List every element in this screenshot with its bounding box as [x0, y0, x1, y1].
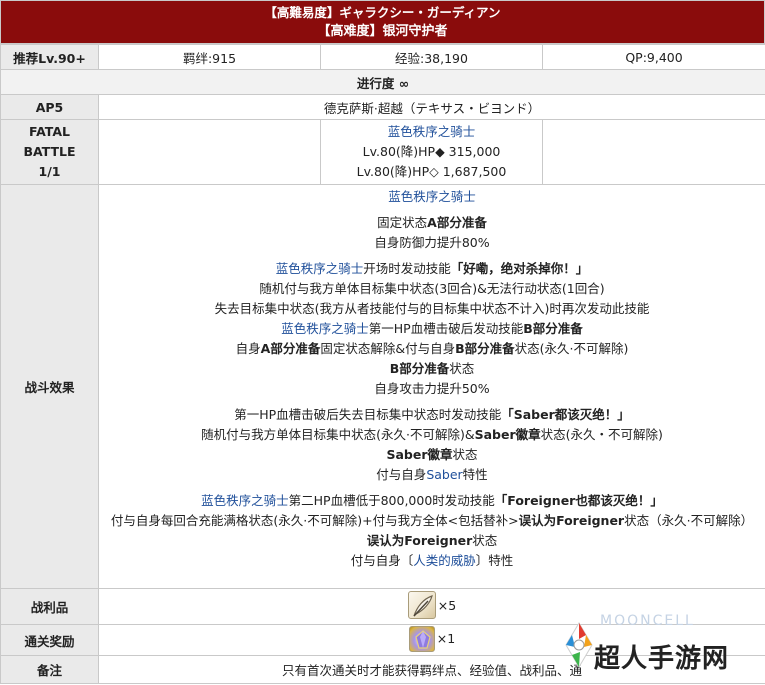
quest-location: 德克萨斯·超越（テキサス・ビヨンド） [98, 94, 765, 120]
effect4-line3: Saber徽章状态 [386, 447, 478, 462]
battle-effects-label: 战斗效果 [0, 184, 99, 589]
quest-title-bar: 【高難易度】ギャラクシー・ガーディアン 【高难度】银河守护者 [0, 0, 765, 44]
drop-count: ×5 [437, 597, 457, 613]
effect3-line2: 自身A部分准备固定状态解除&付与自身B部分准备状态(永久·不可解除) [235, 341, 629, 356]
effect1-line1: 固定状态A部分准备 [377, 215, 487, 230]
fatal-battle-label: FATAL BATTLE 1/1 [0, 119, 99, 185]
effect2-line1: 蓝色秩序之骑士开场时发动技能「好嘞，绝对杀掉你！」 [275, 261, 589, 276]
reward-row: 通关奖励 ×1 [0, 624, 765, 656]
notes-row: 备注 只有首次通关时才能获得羁绊点、经验值、战利品、通 [0, 655, 765, 684]
notes-label: 备注 [0, 655, 99, 684]
reward-label: 通关奖励 [0, 624, 99, 656]
effect2-enemy-link[interactable]: 蓝色秩序之骑士 [276, 261, 364, 276]
recommended-level-label: 推荐Lv.90+ [0, 44, 99, 70]
effect2-line3: 失去目标集中状态(我方从者技能付与的目标集中状态不计入)时再次发动此技能 [214, 301, 650, 316]
effect3-line4: 自身攻击力提升50% [374, 381, 490, 396]
effect5-line3: 误认为Foreigner状态 [366, 533, 498, 548]
effect4-line1: 第一HP血槽击破后失去目标集中状态时发动技能「Saber都该灭绝！」 [234, 407, 630, 422]
notes-text: 只有首次通关时才能获得羁绊点、经验值、战利品、通 [98, 655, 765, 684]
drop-item[interactable]: ×5 [407, 591, 457, 619]
quest-title-cn: 【高难度】银河守护者 [317, 24, 448, 39]
reward-item[interactable]: ×1 [408, 625, 456, 652]
effect4-line4: 付与自身Saber特性 [376, 467, 488, 482]
reward-cell: ×1 [98, 624, 765, 656]
enemy-cell: 蓝色秩序之骑士 Lv.80(降)HP◆ 315,000 Lv.80(降)HP◇ … [320, 119, 543, 185]
battle-effects-content: 蓝色秩序之骑士 固定状态A部分准备 自身防御力提升80% 蓝色秩序之骑士开场时发… [98, 184, 765, 589]
feather-icon[interactable] [407, 591, 436, 619]
enemy-hp-1: Lv.80(降)HP◆ 315,000 [362, 144, 501, 159]
drops-row: 战利品 ×5 [0, 588, 765, 625]
fatal-empty-cell-right [542, 119, 765, 185]
fatal-label-line3: 1/1 [38, 164, 61, 179]
drops-cell: ×5 [98, 588, 765, 625]
fatal-empty-cell-left [98, 119, 321, 185]
gem-icon[interactable] [408, 625, 435, 652]
human-threat-trait-link[interactable]: 人类的威胁 [413, 553, 476, 568]
exp-value: 经验:38,190 [320, 44, 543, 70]
effect2-line2: 随机付与我方单体目标集中状态(3回合)&无法行动状态(1回合) [259, 281, 605, 296]
battle-effects-row: 战斗效果 蓝色秩序之骑士 固定状态A部分准备 自身防御力提升80% 蓝色秩序之骑… [0, 184, 765, 589]
bond-value: 羁绊:915 [98, 44, 321, 70]
quest-info-table: 推荐Lv.90+ 羁绊:915 经验:38,190 QP:9,400 进行度 ∞… [0, 44, 765, 684]
progress-label: 进行度 ∞ [0, 69, 765, 95]
effect3-enemy-link[interactable]: 蓝色秩序之骑士 [281, 321, 369, 336]
summary-row: 推荐Lv.90+ 羁绊:915 经验:38,190 QP:9,400 [0, 44, 765, 70]
effect3-line1: 蓝色秩序之骑士第一HP血槽击破后发动技能B部分准备 [281, 321, 583, 336]
saber-trait-link[interactable]: Saber [426, 467, 462, 482]
ap-row: AP5 德克萨斯·超越（テキサス・ビヨンド） [0, 94, 765, 120]
effect5-line1: 蓝色秩序之骑士第二HP血槽低于800,000时发动技能「Foreigner也都该… [201, 493, 663, 508]
effect1-line2: 自身防御力提升80% [374, 235, 490, 250]
reward-count: ×1 [436, 631, 456, 646]
effect5-line4: 付与自身〔人类的威胁〕特性 [350, 553, 514, 568]
fatal-battle-row: FATAL BATTLE 1/1 蓝色秩序之骑士 Lv.80(降)HP◆ 315… [0, 119, 765, 185]
quest-title-jp: 【高難易度】ギャラクシー・ガーディアン [264, 5, 501, 20]
effect4-line2: 随机付与我方单体目标集中状态(永久·不可解除)&Saber徽章状态(永久・不可解… [201, 427, 663, 442]
fatal-label-line1: FATAL [28, 124, 70, 139]
enemy-name-link[interactable]: 蓝色秩序之骑士 [321, 122, 542, 142]
enemy-hp-2: Lv.80(降)HP◇ 1,687,500 [356, 164, 507, 179]
effect5-enemy-link[interactable]: 蓝色秩序之骑士 [201, 493, 289, 508]
effects-enemy-name[interactable]: 蓝色秩序之骑士 [99, 187, 765, 207]
progress-row: 进行度 ∞ [0, 69, 765, 95]
fatal-label-line2: BATTLE [23, 144, 76, 159]
ap-label: AP5 [0, 94, 99, 120]
effect5-line2: 付与自身每回合充能满格状态(永久·不可解除)+付与我方全体<包括替补>误认为Fo… [110, 513, 754, 528]
drops-label: 战利品 [0, 588, 99, 625]
qp-value: QP:9,400 [542, 44, 765, 70]
effect3-line3: B部分准备状态 [389, 361, 475, 376]
